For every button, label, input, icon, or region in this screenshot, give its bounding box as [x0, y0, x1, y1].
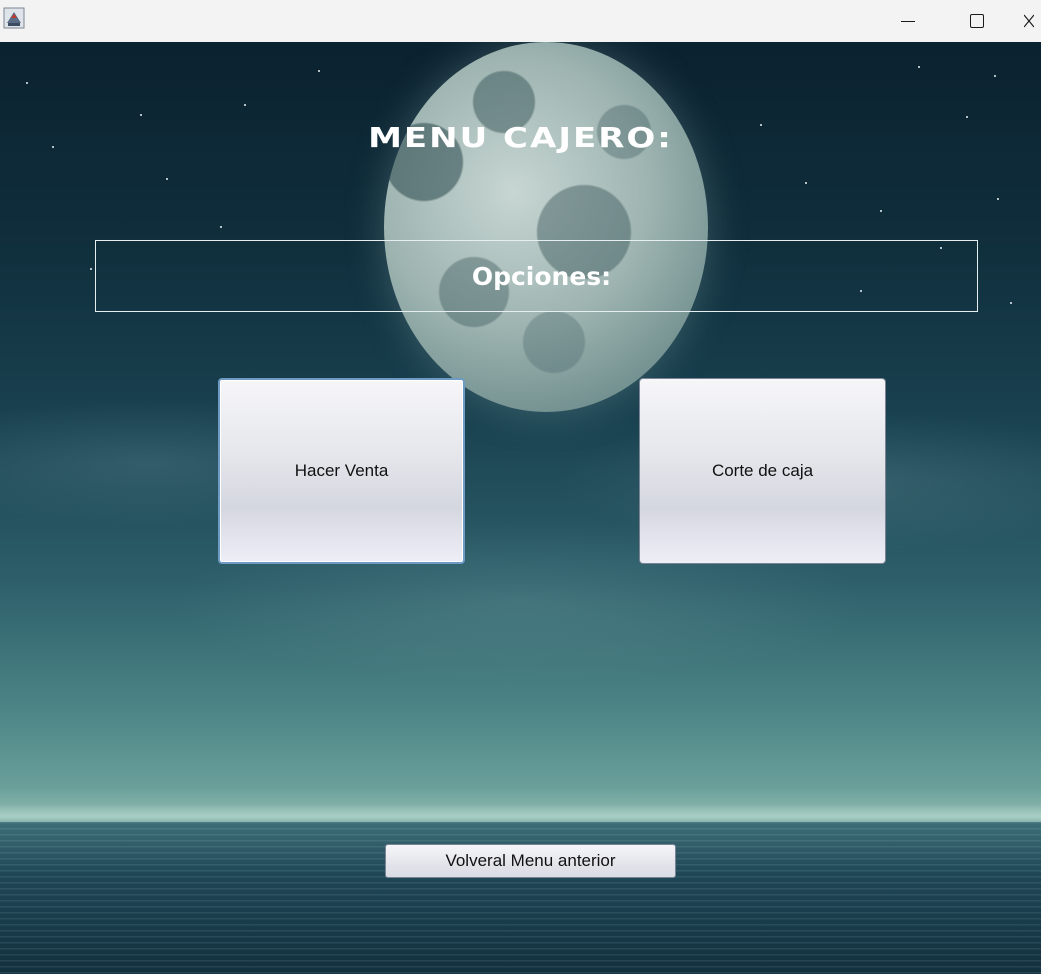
minimize-button[interactable] — [885, 0, 931, 42]
title-bar[interactable] — [0, 0, 1041, 42]
options-panel: Opciones: — [95, 240, 978, 312]
java-cup-icon — [3, 7, 25, 29]
hacer-venta-button[interactable]: Hacer Venta — [218, 378, 465, 564]
close-button[interactable] — [1024, 0, 1041, 42]
star — [966, 116, 968, 118]
star — [997, 198, 999, 200]
star — [220, 226, 222, 228]
moon-image — [384, 42, 708, 412]
back-button-label: Volveral Menu anterior — [445, 851, 616, 870]
minimize-icon — [901, 20, 915, 22]
star — [994, 75, 996, 77]
star — [26, 82, 28, 84]
corte-de-caja-label: Corte de caja — [711, 461, 814, 480]
star — [805, 182, 807, 184]
page-title: MENU CAJERO: — [368, 121, 673, 155]
maximize-button[interactable] — [954, 0, 1000, 42]
star — [1010, 302, 1012, 304]
star — [166, 178, 168, 180]
back-button[interactable]: Volveral Menu anterior — [385, 844, 676, 878]
star — [918, 66, 920, 68]
app-window: MENU CAJERO: Opciones: Hacer Venta Corte… — [0, 0, 1041, 974]
hacer-venta-label: Hacer Venta — [294, 461, 389, 480]
close-icon — [1024, 14, 1034, 28]
star — [140, 114, 142, 116]
star — [90, 268, 92, 270]
corte-de-caja-button[interactable]: Corte de caja — [639, 378, 886, 564]
maximize-icon — [970, 14, 984, 28]
options-label: Opciones: — [471, 261, 612, 291]
star — [318, 70, 320, 72]
star — [244, 104, 246, 106]
star — [880, 210, 882, 212]
